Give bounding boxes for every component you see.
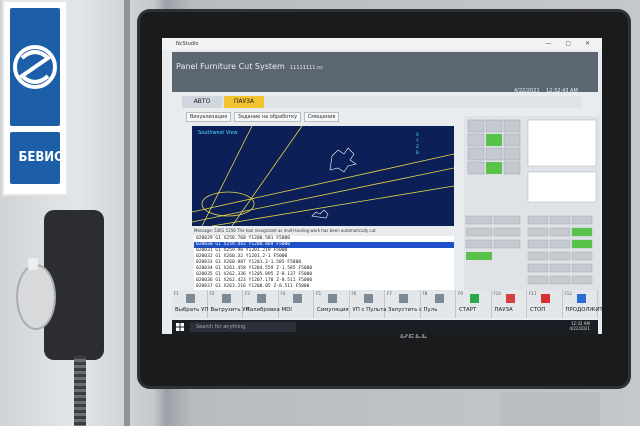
header-date: 4/22/2021 — [514, 88, 540, 94]
fkey-f10[interactable]: F10 ПАУЗА — [492, 290, 527, 318]
svg-text:Y: Y — [415, 138, 419, 143]
fkey-number: F11 — [529, 291, 537, 296]
fkey-f9[interactable]: F9 СТАРТ — [456, 290, 492, 318]
toolpath-drawing: XYZB — [192, 126, 454, 226]
fkey-number: F7 — [387, 291, 392, 296]
mode-pause-button[interactable]: ПАУЗА — [224, 96, 264, 108]
app-title: Panel Furniture Cut System — [176, 62, 285, 71]
fkey-f4[interactable]: F4 MDI — [279, 290, 314, 318]
fkey-label: ПАУЗА — [494, 307, 513, 313]
fkey-number: F10 — [493, 291, 501, 296]
windows-start-icon[interactable] — [176, 323, 184, 331]
tab-offsets[interactable]: Смещения — [303, 112, 340, 122]
app-header — [172, 52, 598, 92]
viewport-label: Southwest View — [198, 130, 238, 136]
fkey-label: Пуль — [423, 307, 438, 313]
fkey-number: F12 — [564, 291, 572, 296]
fkey-f8[interactable]: F8 Пуль — [421, 290, 456, 318]
fkey-f12[interactable]: F12 ПРОДОЛЖИТЬ — [563, 290, 602, 318]
toolpath-viewport[interactable]: XYZB Southwest View — [192, 126, 454, 226]
fkey-number: F1 — [174, 291, 179, 296]
start-from-icon — [399, 294, 408, 303]
windows-taskbar: Search for anything 12:32 AM 4/22/2021 — [172, 320, 598, 334]
fkey-label: СТОП — [530, 307, 546, 313]
fkey-f5[interactable]: F5 Симуляция — [314, 290, 350, 318]
fkey-label: ПРОДОЛЖИТЬ — [565, 307, 603, 313]
tab-visualization[interactable]: Визуализация — [186, 112, 232, 122]
play-icon — [470, 294, 479, 303]
stop-icon — [541, 294, 550, 303]
logo-emblem — [10, 8, 60, 126]
fkey-label: Калибровка — [246, 307, 280, 313]
window-title: NcStudio — [176, 41, 199, 47]
svg-text:B: B — [416, 150, 419, 155]
logo-wordmark-box: БЕВИС — [10, 132, 63, 184]
folder-icon — [221, 294, 231, 303]
handwheel[interactable] — [16, 264, 56, 330]
logo-wordmark: БЕВИС — [18, 150, 63, 165]
taskbar-search[interactable]: Search for anything — [190, 322, 296, 332]
screen: NcStudio — ▢ ✕ Panel Furniture Cut Syste… — [162, 38, 602, 334]
fkey-number: F2 — [209, 291, 215, 296]
calibrate-icon — [257, 294, 266, 303]
fkey-label: СТАРТ — [459, 307, 477, 313]
pause-icon — [505, 294, 515, 303]
taskbar-date: 4/22/2021 — [569, 326, 590, 331]
fkey-f3[interactable]: F3 Калибровка — [243, 290, 280, 318]
mode-bar: АВТО ПАУЗА — [182, 96, 582, 108]
fkey-f6[interactable]: F6 УП с Пульта — [350, 290, 387, 318]
cabinet-seam — [124, 0, 130, 426]
fkey-label: Симуляция — [317, 307, 349, 313]
fkey-number: F3 — [245, 291, 250, 296]
fkey-number: F8 — [422, 291, 428, 296]
pendant-icon — [434, 294, 444, 303]
continue-icon — [576, 294, 586, 303]
fkey-label: Выбрать УП — [175, 307, 209, 313]
svg-text:X: X — [416, 132, 419, 137]
mode-auto-button[interactable]: АВТО — [182, 96, 222, 108]
fkey-number: F4 — [280, 291, 286, 296]
folder-icon — [186, 294, 195, 303]
window-controls[interactable]: — ▢ ✕ — [545, 40, 596, 47]
handwheel-knob[interactable] — [28, 258, 38, 270]
fkey-f1[interactable]: F1 Выбрать УП — [172, 290, 208, 318]
taskbar-clock[interactable]: 12:32 AM 4/22/2021 — [569, 321, 590, 331]
fkey-f11[interactable]: F11 СТОП — [527, 290, 563, 318]
control-panel — [464, 116, 600, 312]
logo-plate: БЕВИС — [2, 0, 68, 196]
fkey-f7[interactable]: F7 Запустить с — [385, 290, 423, 318]
view-tabs: Визуализация Задание на обработку Смещен… — [186, 112, 340, 122]
fkey-label: УП с Пульта — [352, 307, 387, 313]
cabinet-bottom-plate — [500, 392, 600, 426]
fkey-number: F9 — [458, 291, 463, 296]
fkey-label: MDI — [281, 307, 292, 313]
function-key-bar: F1 Выбрать УП F2 Выгрузить УП F3 Калибровка F4… — [172, 290, 602, 318]
fkey-number: F6 — [351, 291, 357, 296]
status-message: Message: 5361 5356 The tool recognized a… — [194, 228, 376, 233]
loaded-file: 11111111.nc — [290, 65, 323, 71]
fkey-f2[interactable]: F2 Выгрузить УП — [208, 290, 250, 318]
svg-text:Z: Z — [416, 144, 419, 149]
pendant-cable — [74, 356, 86, 426]
pendant-icon — [363, 294, 373, 303]
fkey-number: F5 — [316, 291, 321, 296]
mdi-icon — [292, 294, 302, 303]
tab-job[interactable]: Задание на обработку — [233, 112, 302, 122]
window-titlebar: NcStudio — ▢ ✕ — [162, 38, 602, 50]
fkey-label: Запустить с — [388, 307, 423, 313]
simulation-icon — [328, 294, 337, 303]
header-time: 12:32:43 AM — [546, 88, 578, 94]
